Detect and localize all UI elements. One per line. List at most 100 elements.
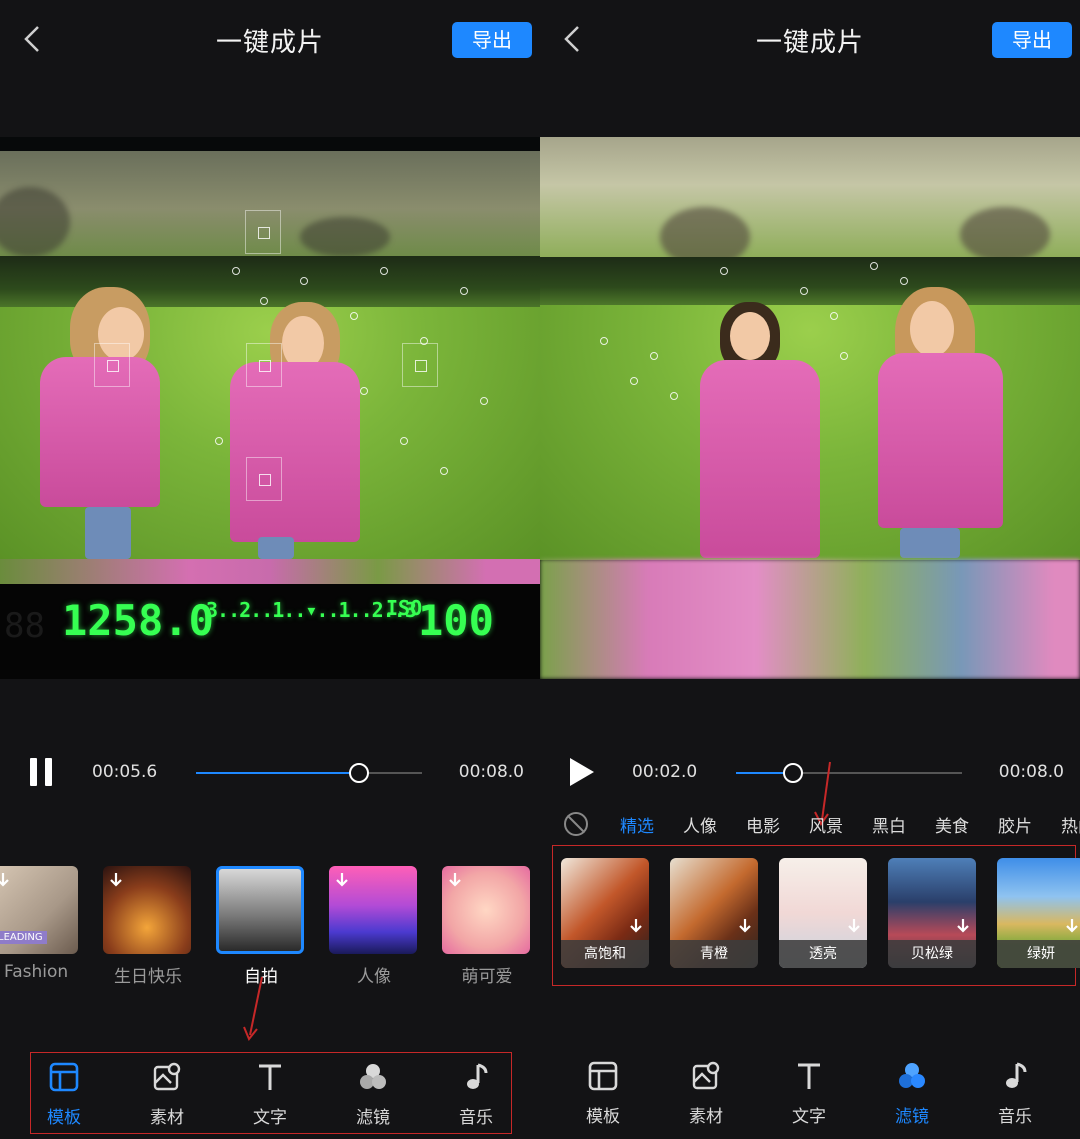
filter-category-tab[interactable]: 热门 — [1061, 812, 1080, 837]
template-item-selected[interactable]: 自拍 — [216, 866, 306, 987]
focus-point — [246, 343, 282, 387]
download-icon — [848, 919, 860, 933]
filter-item[interactable]: 透亮 — [779, 858, 867, 968]
music-icon — [1006, 1062, 1027, 1088]
template-item[interactable]: LEADING Fashion — [0, 866, 80, 982]
export-button[interactable]: 导出 — [452, 22, 532, 58]
progress-thumb[interactable] — [782, 763, 803, 783]
play-icon[interactable] — [570, 758, 594, 786]
focus-point — [245, 210, 281, 254]
toolbar-item-text[interactable]: 文字 — [774, 1060, 844, 1127]
filter-category-tab[interactable]: 胶片 — [998, 812, 1032, 837]
template-item[interactable]: 萌可爱 — [442, 866, 532, 987]
hud-shutter: 125 — [62, 596, 138, 645]
filter-category-tab[interactable]: 电影 — [746, 812, 780, 837]
toolbar-item-template[interactable]: 模板 — [568, 1060, 638, 1127]
bottom-toolbar: 模板 素材 文字 滤镜 音乐 — [30, 1052, 512, 1134]
bubble — [670, 392, 678, 400]
media-icon — [692, 1061, 720, 1090]
preview-blur-band-bottom — [0, 559, 540, 584]
filter-name: 贝松绿 — [888, 940, 976, 968]
toolbar-label: 滤镜 — [895, 1107, 929, 1127]
toolbar-item-template[interactable]: 模板 — [29, 1061, 99, 1128]
filter-name: 青橙 — [670, 940, 758, 968]
camera-hud-overlay: 88 125 8.0 3..2..1..▾..1..2..3 ISO 100 — [0, 584, 540, 679]
total-time: 00:08.0 — [458, 762, 524, 782]
hud-iso-value: 100 — [418, 596, 494, 645]
playback-controls: 00:05.6 00:08.0 — [0, 750, 540, 796]
preview-blur-shape — [300, 217, 390, 257]
filter-category-tab[interactable]: 精选 — [620, 812, 654, 837]
pause-icon[interactable] — [30, 758, 54, 786]
filter-item[interactable]: 绿妍 — [997, 858, 1080, 968]
template-icon — [49, 1062, 79, 1092]
download-icon — [739, 919, 751, 933]
bubble — [260, 297, 268, 305]
hud-exposure-scale: 3..2..1..▾..1..2..3 — [206, 598, 417, 622]
annotation-arrow — [243, 976, 263, 1041]
filter-item[interactable]: 贝松绿 — [888, 858, 976, 968]
filter-category-tab[interactable]: 风景 — [809, 812, 843, 837]
toolbar-item-text[interactable]: 文字 — [235, 1061, 305, 1128]
filter-list: 高饱和 青橙 透亮 贝松绿 绿妍 — [552, 845, 1080, 986]
bubble — [400, 437, 408, 445]
toolbar-label: 音乐 — [998, 1107, 1032, 1127]
download-icon — [110, 873, 122, 887]
filter-category-tabs: 精选 人像 电影 风景 黑白 美食 胶片 热门 — [540, 808, 1080, 838]
toolbar-label: 模板 — [47, 1108, 81, 1128]
filter-name: 绿妍 — [997, 940, 1080, 968]
progress-slider[interactable] — [196, 763, 422, 783]
template-thumbnail — [329, 866, 417, 954]
focus-point — [246, 457, 282, 501]
filter-category-tab[interactable]: 美食 — [935, 812, 969, 837]
template-thumbnail: LEADING — [0, 866, 78, 954]
template-item[interactable]: 生日快乐 — [103, 866, 193, 987]
bubble — [840, 352, 848, 360]
toolbar-item-media[interactable]: 素材 — [671, 1060, 741, 1127]
download-icon — [336, 873, 348, 887]
toolbar-item-music[interactable]: 音乐 — [980, 1060, 1050, 1127]
toolbar-item-filter[interactable]: 滤镜 — [338, 1061, 408, 1128]
video-preview[interactable]: 88 125 8.0 3..2..1..▾..1..2..3 ISO 100 — [0, 137, 540, 679]
toolbar-item-media[interactable]: 素材 — [132, 1061, 202, 1128]
filter-item[interactable]: 高饱和 — [561, 858, 649, 968]
filter-icon — [899, 1063, 925, 1088]
bubble — [720, 267, 728, 275]
no-filter-icon[interactable] — [564, 812, 588, 836]
bubble — [650, 352, 658, 360]
bubble — [830, 312, 838, 320]
toolbar-label: 文字 — [253, 1108, 287, 1128]
left-screen: 一键成片 导出 88 125 8.0 3..2..1..▾..1..2..3 I… — [0, 0, 540, 1139]
filter-category-tab[interactable]: 人像 — [683, 812, 717, 837]
export-button[interactable]: 导出 — [992, 22, 1072, 58]
download-icon — [957, 919, 969, 933]
template-item[interactable]: 人像 — [329, 866, 419, 987]
bubble — [800, 287, 808, 295]
template-label: 萌可爱 — [461, 967, 513, 987]
template-badge: LEADING — [0, 931, 47, 944]
toolbar-item-filter[interactable]: 滤镜 — [877, 1060, 947, 1127]
template-label: 人像 — [357, 967, 391, 987]
filter-category-tab[interactable]: 黑白 — [872, 812, 906, 837]
music-icon — [467, 1063, 488, 1089]
bubble — [460, 287, 468, 295]
template-thumbnail — [442, 866, 530, 954]
preview-blur-band-bottom — [540, 559, 1080, 679]
toolbar-item-music[interactable]: 音乐 — [441, 1061, 511, 1128]
media-icon — [153, 1062, 181, 1091]
video-preview[interactable] — [540, 137, 1080, 679]
bubble — [870, 262, 878, 270]
focus-point — [94, 343, 130, 387]
hud-iso-label: ISO — [386, 596, 423, 620]
download-icon — [1066, 919, 1078, 933]
current-time: 00:05.6 — [92, 762, 158, 782]
download-icon — [449, 873, 461, 887]
filter-item[interactable]: 青橙 — [670, 858, 758, 968]
total-time: 00:08.0 — [998, 762, 1064, 782]
bubble — [900, 277, 908, 285]
progress-thumb[interactable] — [348, 763, 369, 783]
template-label: Fashion — [4, 962, 69, 982]
preview-trees — [540, 257, 1080, 312]
progress-slider[interactable] — [736, 763, 962, 783]
template-thumbnail — [216, 866, 304, 954]
